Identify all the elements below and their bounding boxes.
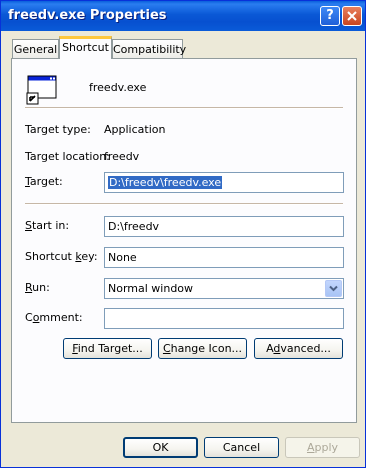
shortcut-file-name: freedv.exe [89,81,147,94]
tab-compatibility[interactable]: Compatibility [112,39,187,59]
shortcut-key-label: Shortcut key: [25,250,98,263]
advanced-button[interactable]: Advanced... [254,338,343,359]
start-in-value: D:\freedv [108,220,160,233]
divider [25,107,343,109]
shortcut-tab-panel: freedv.exe Target type: Application Targ… [11,58,357,423]
title-bar[interactable]: freedv.exe Properties ? [1,1,365,31]
run-selected-value: Normal window [108,282,194,295]
target-type-label: Target type: [25,123,91,136]
tab-general[interactable]: General [12,39,59,59]
comment-field[interactable] [104,308,344,329]
start-in-label: Start in: [25,219,70,232]
target-field[interactable]: D:\freedv\freedv.exe [104,172,344,193]
tab-label: Compatibility [113,43,187,56]
ok-button[interactable]: OK [123,437,198,458]
tab-label: General [13,43,58,56]
application-icon [26,73,58,105]
run-label: Run: [25,281,50,294]
target-type-value: Application [104,123,166,136]
help-button[interactable]: ? [320,6,340,26]
run-select[interactable]: Normal window [104,278,344,299]
divider [25,203,343,205]
tab-shortcut[interactable]: Shortcut [59,36,112,59]
close-icon [347,11,357,21]
chevron-down-icon [329,285,338,292]
target-value: D:\freedv\freedv.exe [108,176,223,189]
apply-button[interactable]: Apply [285,437,360,458]
shortcut-key-field[interactable]: None [104,247,344,268]
target-location-label: Target location: [25,150,110,163]
help-icon: ? [326,8,334,23]
close-button[interactable] [342,6,362,26]
cancel-button[interactable]: Cancel [204,437,279,458]
comment-label: Comment: [25,311,83,324]
tab-label: Shortcut [62,41,109,54]
find-target-button[interactable]: Find Target... [63,338,152,359]
change-icon-button[interactable]: Change Icon... [158,338,247,359]
target-label: Target: [25,175,63,188]
properties-dialog: freedv.exe Properties ? General Shortcut… [0,0,366,468]
target-location-value: freedv [104,150,140,163]
shortcut-key-value: None [108,251,137,264]
window-title: freedv.exe Properties [8,8,167,23]
dropdown-button[interactable] [325,280,342,297]
start-in-field[interactable]: D:\freedv [104,216,344,237]
